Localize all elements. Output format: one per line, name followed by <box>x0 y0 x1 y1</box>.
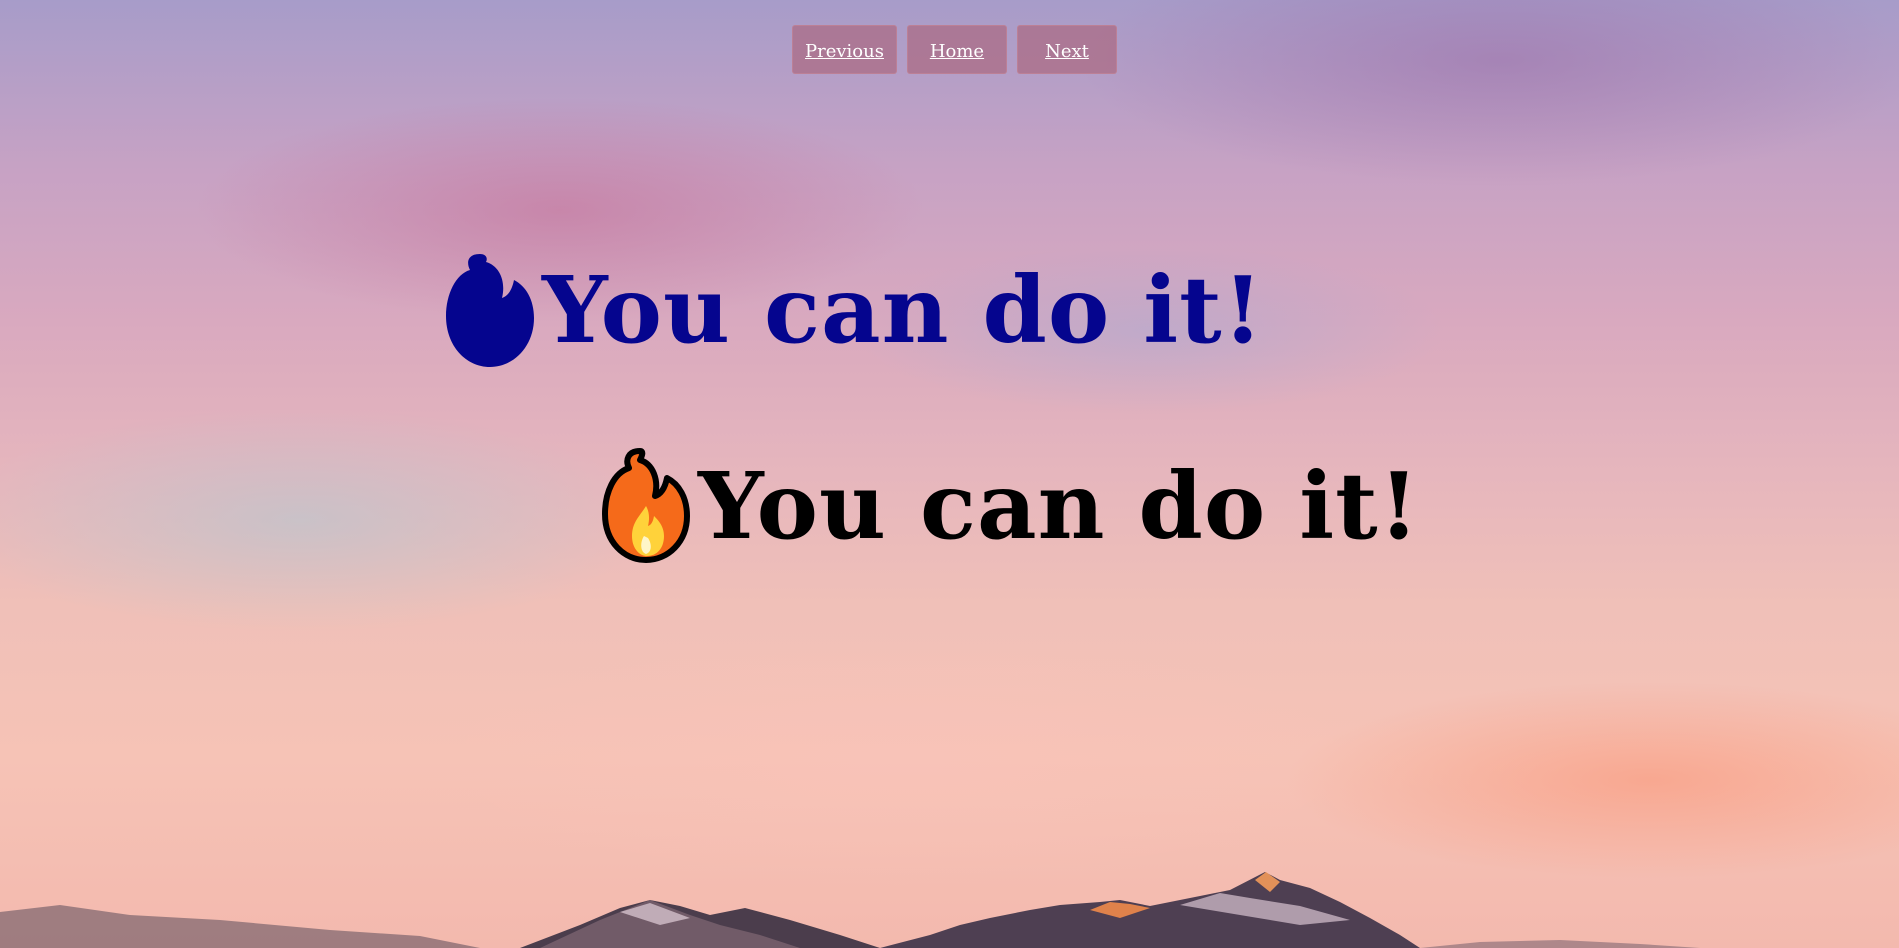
fire-emoji-icon <box>602 448 690 563</box>
headline-row-black: You can do it! <box>602 448 1420 563</box>
headline-text: You can do it! <box>542 255 1265 364</box>
page-navigation: Previous Home Next <box>792 25 1117 74</box>
home-button[interactable]: Home <box>906 25 1007 74</box>
headline-text: You can do it! <box>698 451 1421 560</box>
headline-row-blue: You can do it! <box>446 252 1264 367</box>
previous-button[interactable]: Previous <box>792 25 897 74</box>
fire-icon <box>446 254 534 367</box>
next-button[interactable]: Next <box>1016 25 1117 74</box>
